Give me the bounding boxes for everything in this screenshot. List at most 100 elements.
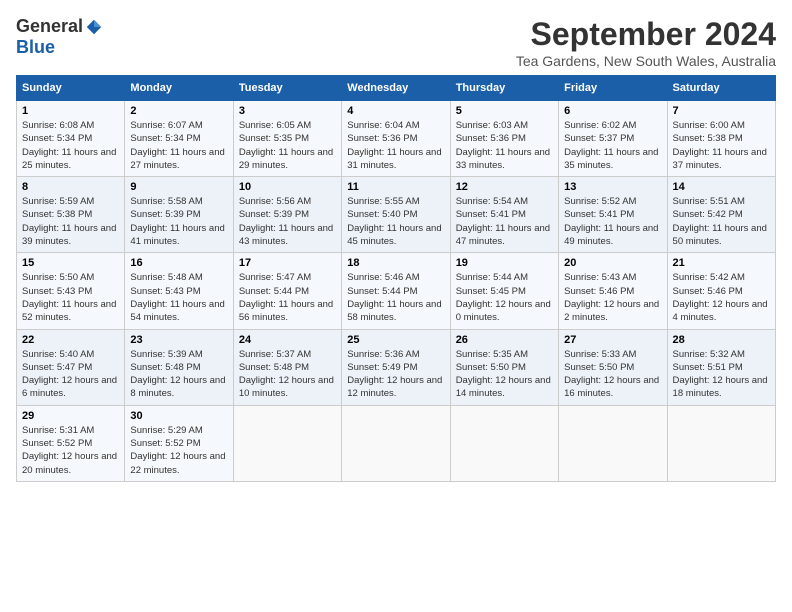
day-info: Sunrise: 5:43 AMSunset: 5:46 PMDaylight:… [564, 271, 661, 324]
logo-icon [85, 18, 103, 36]
calendar-cell: 21Sunrise: 5:42 AMSunset: 5:46 PMDayligh… [667, 253, 775, 329]
day-number: 8 [22, 181, 119, 193]
day-info: Sunrise: 5:58 AMSunset: 5:39 PMDaylight:… [130, 195, 227, 248]
month-title: September 2024 [516, 16, 776, 53]
day-info: Sunrise: 5:35 AMSunset: 5:50 PMDaylight:… [456, 348, 553, 401]
day-number: 17 [239, 257, 336, 269]
day-number: 6 [564, 105, 661, 117]
day-info: Sunrise: 5:55 AMSunset: 5:40 PMDaylight:… [347, 195, 444, 248]
calendar-cell: 28 Sunrise: 5:32 AMSunset: 5:51 PMDayligh… [667, 329, 775, 405]
day-number: 22 [22, 334, 119, 346]
header-saturday: Saturday [667, 76, 775, 101]
calendar-cell [667, 405, 775, 481]
day-info: Sunrise: 6:02 AMSunset: 5:37 PMDaylight:… [564, 119, 661, 172]
day-info: Sunrise: 5:39 AMSunset: 5:48 PMDaylight:… [130, 348, 227, 401]
day-info: Sunrise: 5:36 AMSunset: 5:49 PMDaylight:… [347, 348, 444, 401]
calendar-cell: 1 Sunrise: 6:08 AMSunset: 5:34 PMDaylight… [17, 101, 125, 177]
calendar-cell [559, 405, 667, 481]
day-number: 4 [347, 105, 444, 117]
calendar-cell: 27 Sunrise: 5:33 AMSunset: 5:50 PMDayligh… [559, 329, 667, 405]
day-info: Sunrise: 5:46 AMSunset: 5:44 PMDaylight:… [347, 271, 444, 324]
calendar-cell: 16 Sunrise: 5:48 AMSunset: 5:43 PMDayligh… [125, 253, 233, 329]
header-tuesday: Tuesday [233, 76, 341, 101]
day-info: Sunrise: 5:31 AMSunset: 5:52 PMDaylight:… [22, 424, 119, 477]
calendar-cell: 26Sunrise: 5:35 AMSunset: 5:50 PMDayligh… [450, 329, 558, 405]
day-number: 13 [564, 181, 661, 193]
day-number: 2 [130, 105, 227, 117]
calendar-cell: 24 Sunrise: 5:37 AMSunset: 5:48 PMDayligh… [233, 329, 341, 405]
calendar-cell: 2 Sunrise: 6:07 AMSunset: 5:34 PMDaylight… [125, 101, 233, 177]
calendar-header-row: SundayMondayTuesdayWednesdayThursdayFrid… [17, 76, 776, 101]
day-number: 12 [456, 181, 553, 193]
calendar-cell: 19Sunrise: 5:44 AMSunset: 5:45 PMDayligh… [450, 253, 558, 329]
day-number: 27 [564, 334, 661, 346]
day-info: Sunrise: 5:56 AMSunset: 5:39 PMDaylight:… [239, 195, 336, 248]
location-title: Tea Gardens, New South Wales, Australia [516, 53, 776, 69]
calendar-cell: 11 Sunrise: 5:55 AMSunset: 5:40 PMDayligh… [342, 177, 450, 253]
calendar-cell: 17 Sunrise: 5:47 AMSunset: 5:44 PMDayligh… [233, 253, 341, 329]
day-number: 20 [564, 257, 661, 269]
calendar-cell: 10Sunrise: 5:56 AMSunset: 5:39 PMDayligh… [233, 177, 341, 253]
day-number: 23 [130, 334, 227, 346]
day-info: Sunrise: 5:50 AMSunset: 5:43 PMDaylight:… [22, 271, 119, 324]
day-info: Sunrise: 5:33 AMSunset: 5:50 PMDaylight:… [564, 348, 661, 401]
day-number: 18 [347, 257, 444, 269]
calendar-cell: 6 Sunrise: 6:02 AMSunset: 5:37 PMDaylight… [559, 101, 667, 177]
calendar-cell: 9 Sunrise: 5:58 AMSunset: 5:39 PMDaylight… [125, 177, 233, 253]
day-info: Sunrise: 5:47 AMSunset: 5:44 PMDaylight:… [239, 271, 336, 324]
day-info: Sunrise: 5:32 AMSunset: 5:51 PMDaylight:… [673, 348, 770, 401]
day-number: 11 [347, 181, 444, 193]
day-number: 3 [239, 105, 336, 117]
calendar-cell: 8 Sunrise: 5:59 AMSunset: 5:38 PMDaylight… [17, 177, 125, 253]
calendar-week-4: 22 Sunrise: 5:40 AMSunset: 5:47 PMDayligh… [17, 329, 776, 405]
day-number: 5 [456, 105, 553, 117]
header-sunday: Sunday [17, 76, 125, 101]
day-info: Sunrise: 5:37 AMSunset: 5:48 PMDaylight:… [239, 348, 336, 401]
logo: General Blue [16, 16, 103, 58]
calendar-cell: 29 Sunrise: 5:31 AMSunset: 5:52 PMDayligh… [17, 405, 125, 481]
day-info: Sunrise: 5:29 AMSunset: 5:52 PMDaylight:… [130, 424, 227, 477]
calendar-cell: 18 Sunrise: 5:46 AMSunset: 5:44 PMDayligh… [342, 253, 450, 329]
day-number: 24 [239, 334, 336, 346]
day-info: Sunrise: 6:08 AMSunset: 5:34 PMDaylight:… [22, 119, 119, 172]
day-info: Sunrise: 5:51 AMSunset: 5:42 PMDaylight:… [673, 195, 770, 248]
day-number: 28 [673, 334, 770, 346]
day-info: Sunrise: 5:40 AMSunset: 5:47 PMDaylight:… [22, 348, 119, 401]
calendar-week-2: 8 Sunrise: 5:59 AMSunset: 5:38 PMDaylight… [17, 177, 776, 253]
logo-general: General [16, 16, 83, 37]
day-number: 1 [22, 105, 119, 117]
calendar-cell: 12 Sunrise: 5:54 AMSunset: 5:41 PMDayligh… [450, 177, 558, 253]
header-friday: Friday [559, 76, 667, 101]
day-number: 7 [673, 105, 770, 117]
day-info: Sunrise: 5:52 AMSunset: 5:41 PMDaylight:… [564, 195, 661, 248]
calendar-cell: 15 Sunrise: 5:50 AMSunset: 5:43 PMDayligh… [17, 253, 125, 329]
calendar-cell: 3Sunrise: 6:05 AMSunset: 5:35 PMDaylight… [233, 101, 341, 177]
calendar-cell: 13 Sunrise: 5:52 AMSunset: 5:41 PMDayligh… [559, 177, 667, 253]
calendar-table: SundayMondayTuesdayWednesdayThursdayFrid… [16, 75, 776, 482]
day-info: Sunrise: 5:54 AMSunset: 5:41 PMDaylight:… [456, 195, 553, 248]
page-header: General Blue September 2024 Tea Gardens,… [16, 16, 776, 69]
calendar-cell: 5Sunrise: 6:03 AMSunset: 5:36 PMDaylight… [450, 101, 558, 177]
day-number: 29 [22, 410, 119, 422]
header-wednesday: Wednesday [342, 76, 450, 101]
calendar-week-5: 29 Sunrise: 5:31 AMSunset: 5:52 PMDayligh… [17, 405, 776, 481]
day-number: 15 [22, 257, 119, 269]
day-info: Sunrise: 6:07 AMSunset: 5:34 PMDaylight:… [130, 119, 227, 172]
day-number: 9 [130, 181, 227, 193]
calendar-week-1: 1 Sunrise: 6:08 AMSunset: 5:34 PMDaylight… [17, 101, 776, 177]
day-number: 30 [130, 410, 227, 422]
calendar-cell [450, 405, 558, 481]
day-number: 21 [673, 257, 770, 269]
header-monday: Monday [125, 76, 233, 101]
calendar-cell: 23 Sunrise: 5:39 AMSunset: 5:48 PMDayligh… [125, 329, 233, 405]
day-info: Sunrise: 5:48 AMSunset: 5:43 PMDaylight:… [130, 271, 227, 324]
calendar-cell: 7Sunrise: 6:00 AMSunset: 5:38 PMDaylight… [667, 101, 775, 177]
day-number: 16 [130, 257, 227, 269]
day-info: Sunrise: 6:04 AMSunset: 5:36 PMDaylight:… [347, 119, 444, 172]
day-number: 14 [673, 181, 770, 193]
day-info: Sunrise: 5:59 AMSunset: 5:38 PMDaylight:… [22, 195, 119, 248]
calendar-cell: 30 Sunrise: 5:29 AMSunset: 5:52 PMDayligh… [125, 405, 233, 481]
calendar-week-3: 15 Sunrise: 5:50 AMSunset: 5:43 PMDayligh… [17, 253, 776, 329]
day-number: 19 [456, 257, 553, 269]
title-block: September 2024 Tea Gardens, New South Wa… [516, 16, 776, 69]
